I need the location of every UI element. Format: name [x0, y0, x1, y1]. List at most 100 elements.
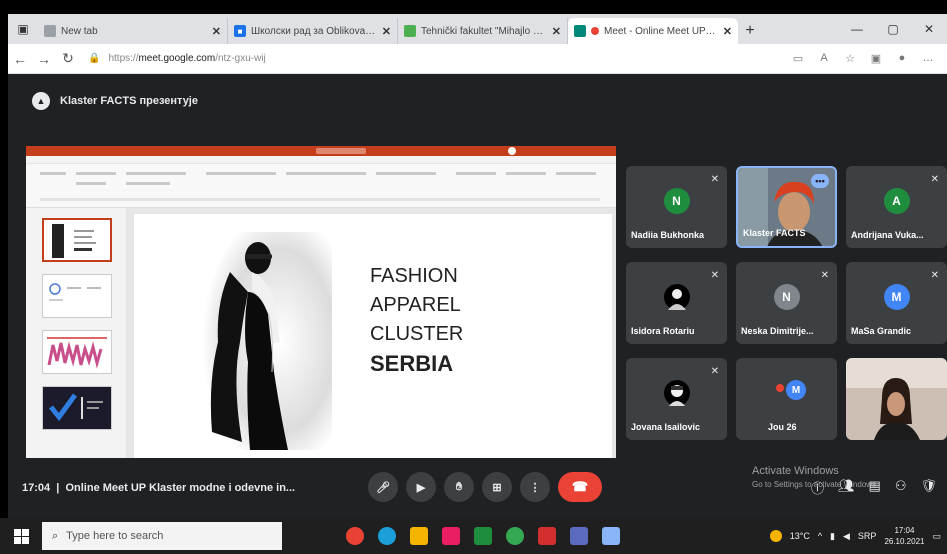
- host-controls-icon[interactable]: 🛡︎: [920, 478, 937, 497]
- meet-app-icon[interactable]: [474, 527, 492, 545]
- collections-icon[interactable]: ▣: [865, 52, 887, 65]
- mic-off-icon: ✕: [930, 174, 939, 185]
- camera-button[interactable]: ▶: [406, 472, 436, 502]
- network-icon[interactable]: ▮: [830, 531, 835, 542]
- avatar: A: [883, 188, 910, 214]
- tab-label: Школски рад за Oblikovanje i t: [251, 25, 376, 37]
- slide-thumbnails: [26, 208, 126, 458]
- participant-name: Jou 26: [768, 422, 797, 432]
- people-icon[interactable]: 👥︎: [838, 478, 855, 497]
- read-aloud-icon[interactable]: A: [813, 52, 835, 65]
- tab-label: New tab: [61, 25, 98, 37]
- participant-tile[interactable]: ••• Klaster FACTS: [736, 166, 837, 248]
- new-tab-button[interactable]: +: [738, 18, 762, 44]
- chat-icon[interactable]: ▤: [869, 478, 881, 497]
- participant-name: Nadiia Bukhonka: [631, 230, 705, 240]
- leave-call-button[interactable]: ☎︎: [558, 472, 602, 502]
- raise-hand-button[interactable]: ✋︎: [444, 472, 474, 502]
- slide-thumbnail[interactable]: [42, 218, 112, 262]
- volume-icon[interactable]: ◀︎: [843, 531, 850, 542]
- acrobat-app-icon[interactable]: [538, 527, 556, 545]
- favorite-star-icon[interactable]: ☆: [839, 52, 861, 65]
- maximize-icon[interactable]: ▢: [875, 22, 911, 36]
- more-options-button[interactable]: ⋮: [520, 472, 550, 502]
- photos-app-icon[interactable]: [570, 527, 588, 545]
- close-tab-icon[interactable]: ✕: [382, 25, 391, 38]
- present-button[interactable]: ⊞: [482, 472, 512, 502]
- avatar-photo: [663, 284, 690, 310]
- notifications-icon[interactable]: ▭: [932, 531, 941, 542]
- participant-name: Jovana Isailovic: [631, 422, 701, 432]
- close-window-icon[interactable]: ✕: [911, 22, 947, 36]
- participant-tile[interactable]: [846, 358, 947, 440]
- minimize-icon[interactable]: —: [839, 22, 875, 36]
- more-options-icon[interactable]: •••: [811, 174, 829, 188]
- language-indicator[interactable]: SRP: [858, 531, 877, 541]
- participant-name: Klaster FACTS: [743, 228, 806, 238]
- top-black-strip: [0, 0, 947, 14]
- avatar: M: [883, 284, 910, 310]
- taskbar-clock[interactable]: 17:04 26.10.2021: [884, 525, 924, 547]
- url-input[interactable]: 🔒 https:// meet.google.com /ntz-gxu-wij: [88, 48, 779, 70]
- meeting-time: 17:04: [22, 482, 51, 494]
- shared-screen: FASHION APPAREL CLUSTER SERBIA: [26, 146, 616, 458]
- powerpoint-ribbon-tabs: [26, 156, 616, 164]
- file-explorer-icon[interactable]: [410, 527, 428, 545]
- slide-line-bold: SERBIA: [370, 351, 454, 376]
- close-tab-icon[interactable]: ✕: [212, 25, 221, 38]
- participant-video: [846, 358, 947, 440]
- more-menu-icon[interactable]: …: [917, 52, 939, 65]
- tab-skolski-rad[interactable]: ■ Школски рад за Oblikovanje i t ✕: [228, 18, 398, 44]
- chrome-alt-app-icon[interactable]: [506, 527, 524, 545]
- recording-dot-icon: [776, 384, 784, 392]
- microphone-button[interactable]: 🎤︎: [368, 472, 398, 502]
- store-app-icon[interactable]: [442, 527, 460, 545]
- tab-label: Tehnički fakultet "Mihajlo Pupin": [421, 25, 546, 37]
- participant-tile[interactable]: ✕ N Nadiia Bukhonka: [626, 166, 727, 248]
- thumbnail-image: [49, 393, 103, 422]
- weather-sun-icon[interactable]: [769, 530, 782, 542]
- meeting-info-icon[interactable]: ⓘ: [811, 478, 824, 497]
- taskbar-search-input[interactable]: ⌕ Type here to search: [42, 522, 282, 550]
- participant-tile[interactable]: ✕ Jovana Isailovic: [626, 358, 727, 440]
- clock-date: 26.10.2021: [884, 537, 925, 546]
- back-icon[interactable]: ←: [8, 51, 32, 67]
- mic-off-icon: ✕: [930, 270, 939, 281]
- tab-tehnicki-fakultet[interactable]: Tehnički fakultet "Mihajlo Pupin" ✕: [398, 18, 568, 44]
- tab-meet[interactable]: Meet - Online Meet UP Kl ✕: [568, 18, 738, 44]
- profile-icon[interactable]: ●: [891, 52, 913, 65]
- participant-name: Andrijana Vuka...: [851, 230, 924, 240]
- thumbnail-image: [47, 337, 107, 369]
- windows-start-icon[interactable]: [0, 528, 42, 544]
- url-path: /ntz-gxu-wij: [215, 53, 266, 64]
- participant-tile[interactable]: ✕ Isidora Rotariu: [626, 262, 727, 344]
- avatar-photo: [663, 380, 690, 406]
- tab-new-tab[interactable]: New tab ✕: [38, 18, 228, 44]
- slide-thumbnail[interactable]: [42, 330, 112, 374]
- forward-icon[interactable]: →: [32, 51, 56, 67]
- meeting-details[interactable]: 17:04 | Online Meet UP Klaster modne i o…: [22, 482, 295, 494]
- docs-favicon-icon: ■: [234, 25, 246, 37]
- participant-tile[interactable]: ✕ M MaSa Grandic: [846, 262, 947, 344]
- powerpoint-ribbon: [26, 164, 616, 208]
- camera-permission-icon[interactable]: ▭: [787, 52, 809, 65]
- participant-tile[interactable]: ✕ N Neska Dimitrije...: [736, 262, 837, 344]
- chrome-app-icon[interactable]: [346, 527, 364, 545]
- app-icon[interactable]: [602, 527, 620, 545]
- participant-name: Isidora Rotariu: [631, 326, 695, 336]
- system-tray: 13°C ^ ▮ ◀︎ SRP 17:04 26.10.2021 ▭: [769, 525, 947, 547]
- profile-photo: [668, 385, 685, 406]
- edge-app-icon[interactable]: [378, 527, 396, 545]
- new-tab-favicon-icon: [44, 25, 56, 37]
- slide-thumbnail[interactable]: [42, 274, 112, 318]
- close-tab-icon[interactable]: ✕: [552, 25, 561, 38]
- slide-line: CLUSTER: [370, 323, 464, 345]
- tray-chevron-icon[interactable]: ^: [818, 531, 822, 541]
- close-tab-icon[interactable]: ✕: [723, 25, 732, 38]
- activities-icon[interactable]: ⚇: [895, 478, 907, 497]
- slide-thumbnail[interactable]: [42, 386, 112, 430]
- reload-icon[interactable]: ↻: [56, 50, 80, 67]
- tab-actions-icon[interactable]: ▣: [12, 18, 34, 40]
- participant-tile[interactable]: M Jou 26: [736, 358, 837, 440]
- participant-tile[interactable]: ✕ A Andrijana Vuka...: [846, 166, 947, 248]
